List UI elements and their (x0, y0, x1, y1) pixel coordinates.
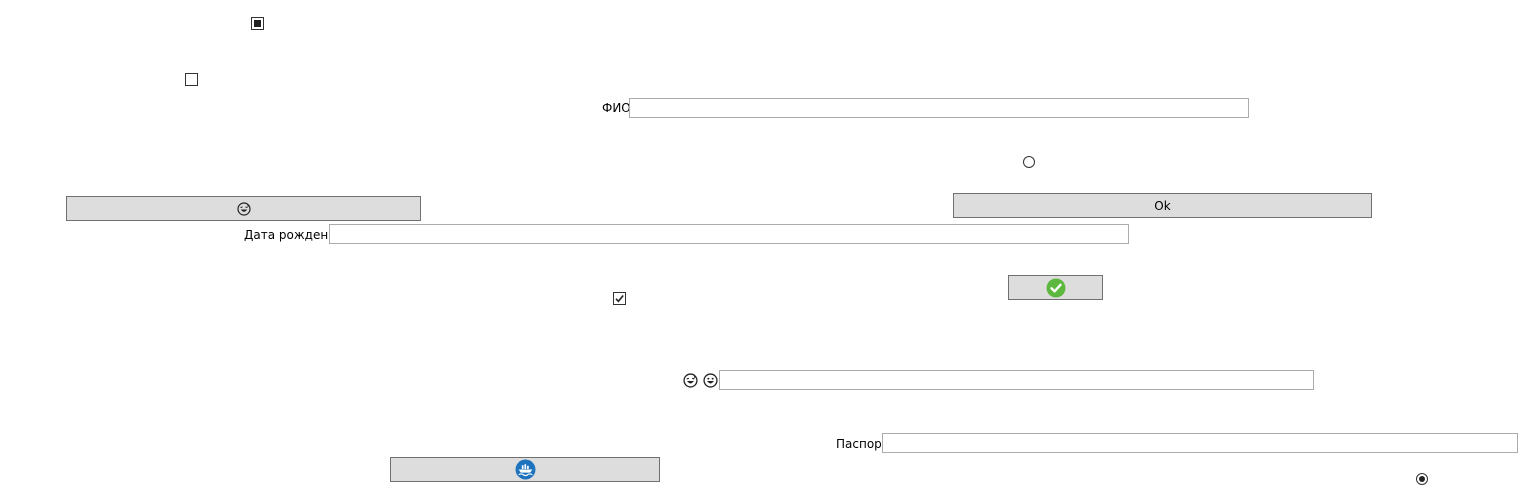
ship-button[interactable] (390, 457, 660, 482)
radio-selected-dot (1419, 476, 1425, 482)
ok-button-label: Ok (1154, 198, 1171, 213)
blue-ship-circle-icon (515, 459, 536, 480)
confirm-check-button[interactable] (1008, 275, 1103, 300)
passport-input[interactable] (882, 433, 1518, 453)
fio-label: ФИО (602, 101, 631, 115)
emoji-input[interactable] (719, 370, 1314, 390)
grinning-sweat-face-icon (683, 373, 698, 388)
indeterminate-checkbox[interactable] (251, 17, 264, 30)
grinning-face-icon (703, 373, 718, 388)
birthdate-input[interactable] (329, 224, 1129, 244)
unchecked-radio[interactable] (1023, 156, 1035, 168)
passport-label: Паспорт (836, 437, 889, 451)
fio-input[interactable] (629, 98, 1249, 118)
emoji-button[interactable] (66, 196, 421, 221)
grinning-sweat-face-icon (236, 201, 251, 216)
ok-button[interactable]: Ok (953, 193, 1372, 218)
green-check-circle-icon (1046, 278, 1066, 298)
checkbox-indeterminate-mark (254, 20, 261, 27)
checked-checkbox[interactable] (613, 292, 626, 305)
unchecked-checkbox[interactable] (185, 73, 198, 86)
checked-radio[interactable] (1416, 473, 1428, 485)
checkmark-icon (614, 293, 625, 304)
